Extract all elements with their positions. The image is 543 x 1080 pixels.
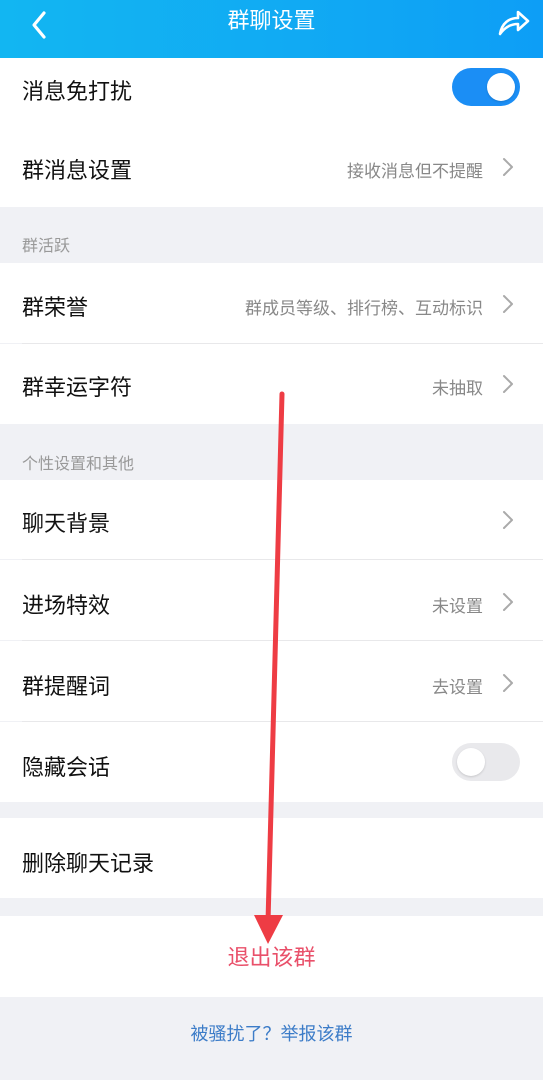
delete-history-row[interactable]: 删除聊天记录 — [0, 818, 543, 898]
page-title: 群聊设置 — [227, 9, 316, 34]
dnd-toggle[interactable] — [452, 68, 520, 106]
exit-group-button[interactable]: 退出该群 — [0, 916, 543, 997]
report-group-link[interactable]: 被骚扰了？举报该群 — [0, 1020, 543, 1046]
lucky-chars-label: 群幸运字符 — [22, 376, 133, 401]
group-honor-value: 群成员等级、排行榜、互动标识 — [245, 299, 483, 319]
chevron-right-icon — [503, 375, 513, 393]
toggle-knob — [487, 73, 515, 101]
exit-group-label: 退出该群 — [227, 946, 316, 971]
delete-history-label: 删除聊天记录 — [22, 852, 155, 877]
message-settings-label: 群消息设置 — [22, 159, 133, 184]
reminder-words-label: 群提醒词 — [22, 675, 111, 700]
reminder-words-value: 去设置 — [432, 678, 483, 698]
group-honor-row[interactable]: 群荣誉 群成员等级、排行榜、互动标识 — [0, 263, 543, 343]
dnd-row: 消息免打扰 — [0, 58, 543, 119]
group-honor-label: 群荣誉 — [22, 296, 89, 321]
reminder-words-row[interactable]: 群提醒词 去设置 — [0, 641, 543, 721]
chat-background-row[interactable]: 聊天背景 — [0, 480, 543, 559]
toggle-knob — [457, 748, 485, 776]
entry-effect-value: 未设置 — [432, 597, 483, 617]
chevron-right-icon — [503, 674, 513, 692]
hide-chat-toggle[interactable] — [452, 743, 520, 781]
message-settings-value: 接收消息但不提醒 — [347, 162, 483, 182]
chat-background-label: 聊天背景 — [22, 512, 111, 537]
entry-effect-row[interactable]: 进场特效 未设置 — [0, 560, 543, 640]
hide-chat-row: 隐藏会话 — [0, 722, 543, 802]
dnd-label: 消息免打扰 — [22, 80, 133, 105]
section-header-activity: 群活跃 — [22, 236, 71, 255]
chevron-right-icon — [503, 511, 513, 529]
lucky-chars-row[interactable]: 群幸运字符 未抽取 — [0, 344, 543, 424]
message-settings-row[interactable]: 群消息设置 接收消息但不提醒 — [0, 119, 543, 207]
share-button[interactable] — [494, 6, 534, 40]
section-header-personal: 个性设置和其他 — [22, 454, 135, 473]
chevron-right-icon — [503, 158, 513, 176]
chevron-right-icon — [503, 593, 513, 611]
navbar: 群聊设置 — [0, 0, 543, 58]
chevron-right-icon — [503, 295, 513, 313]
lucky-chars-value: 未抽取 — [432, 379, 483, 399]
hide-chat-label: 隐藏会话 — [22, 756, 111, 781]
share-arrow-icon — [498, 10, 530, 36]
entry-effect-label: 进场特效 — [22, 594, 111, 619]
